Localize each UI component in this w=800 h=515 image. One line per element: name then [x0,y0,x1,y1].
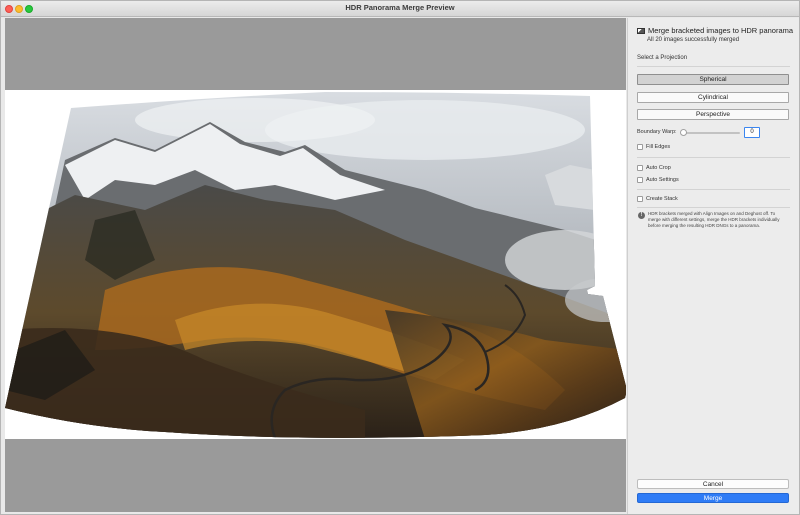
create-stack-option[interactable]: Create Stack [637,196,678,202]
boundary-warp-slider-knob[interactable] [680,129,687,136]
fill-edges-label: Fill Edges [646,144,671,150]
merge-button[interactable]: Merge [637,493,789,503]
hdr-info-text: HDR brackets merged with Align Images on… [648,211,780,228]
perspective-button[interactable]: Perspective [637,109,789,120]
select-projection-label: Select a Projection [637,55,688,61]
auto-settings-checkbox[interactable] [637,177,643,183]
auto-crop-option[interactable]: Auto Crop [637,165,671,171]
merge-status-text: All 20 images successfully merged [647,37,740,43]
auto-settings-label: Auto Settings [646,177,679,183]
panel-heading: Merge bracketed images to HDR panorama [648,26,794,35]
image-stack-icon [637,27,645,34]
divider [637,207,790,208]
title-bar: HDR Panorama Merge Preview [1,1,799,17]
window-title: HDR Panorama Merge Preview [345,3,455,12]
divider [637,189,790,190]
boundary-warp-label: Boundary Warp: [637,129,677,135]
auto-crop-label: Auto Crop [646,165,671,171]
fill-edges-option[interactable]: Fill Edges [637,144,670,150]
merge-settings-panel: Merge bracketed images to HDR panorama A… [627,18,799,514]
divider [637,66,790,67]
create-stack-label: Create Stack [646,196,678,202]
merge-preview-window: HDR Panorama Merge Preview Merge bracket… [0,0,800,515]
create-stack-checkbox[interactable] [637,196,643,202]
boundary-warp-value-field[interactable]: 0 [744,127,760,138]
cylindrical-button[interactable]: Cylindrical [637,92,789,103]
panorama-preview-area [5,18,626,512]
panel-header: Merge bracketed images to HDR panorama [637,26,793,35]
panorama-image [5,92,626,438]
auto-crop-checkbox[interactable] [637,165,643,171]
fill-edges-checkbox[interactable] [637,144,643,150]
divider [637,157,790,158]
spherical-button[interactable]: Spherical [637,74,789,85]
auto-settings-option[interactable]: Auto Settings [637,177,679,183]
cancel-button[interactable]: Cancel [637,479,789,489]
boundary-warp-slider-track[interactable] [682,132,740,134]
info-icon: ! [638,212,645,219]
